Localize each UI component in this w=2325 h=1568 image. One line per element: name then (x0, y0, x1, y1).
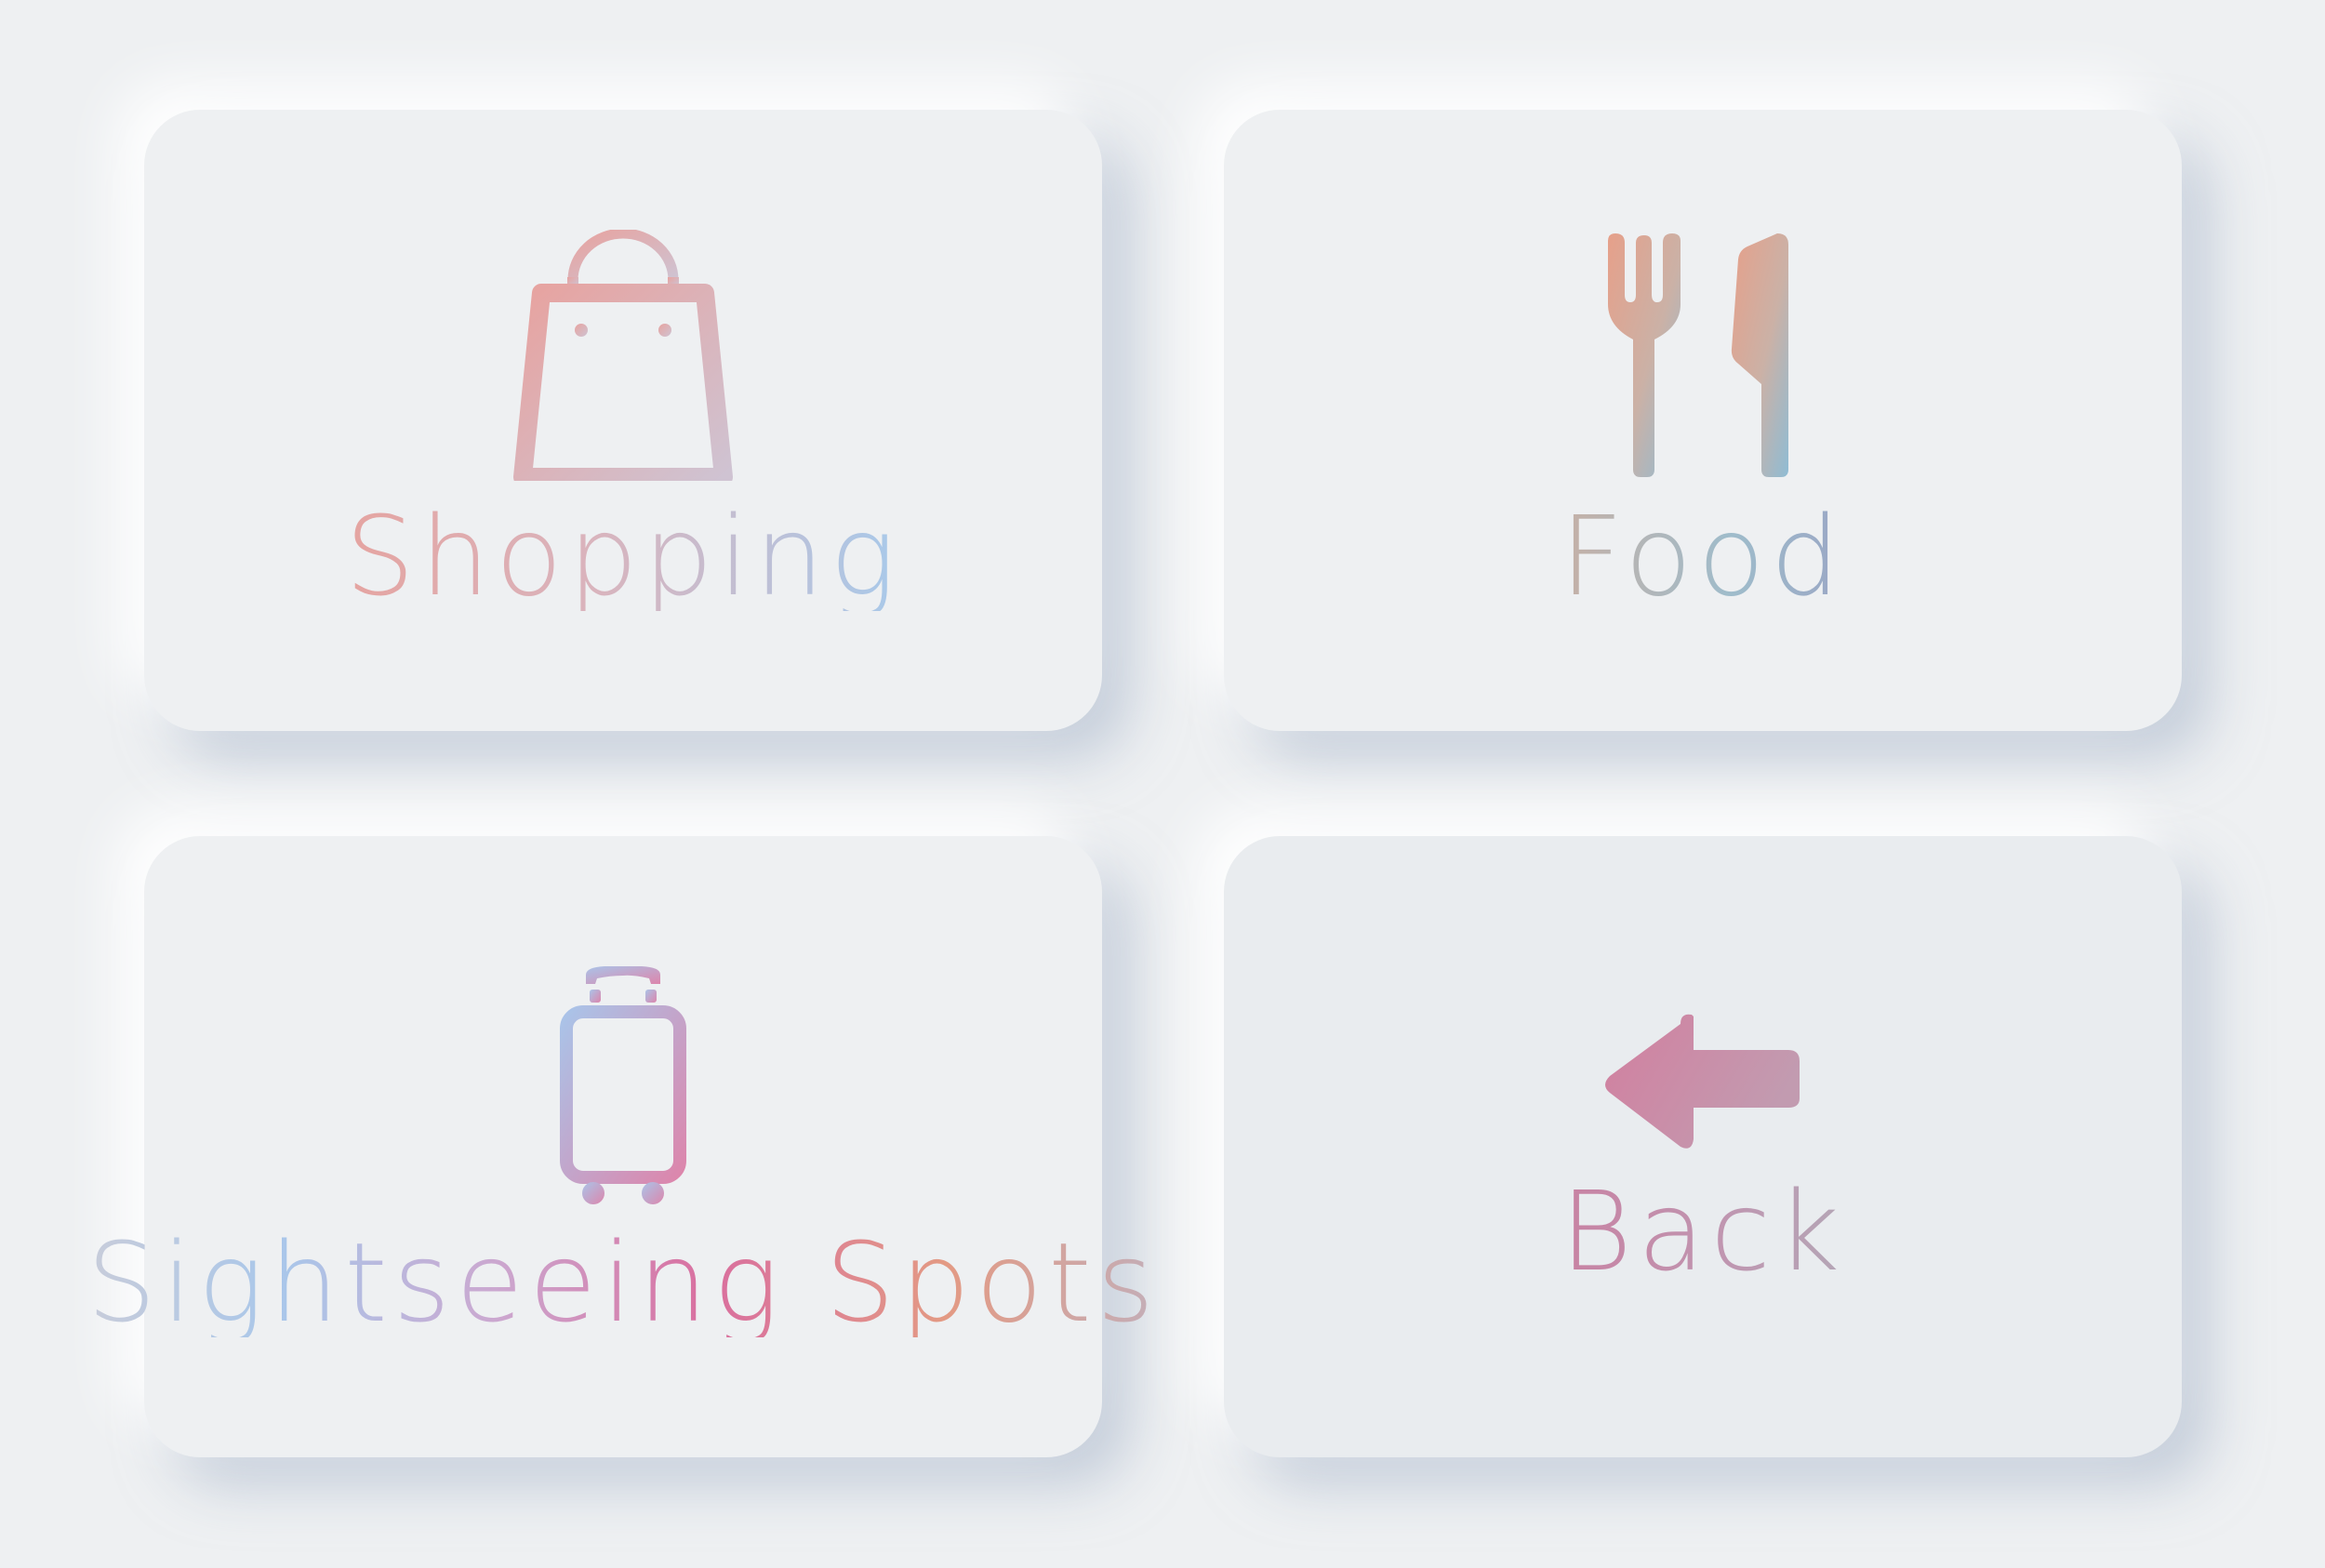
shopping-label: Shopping (344, 492, 902, 620)
sightseeing-spots-button[interactable]: Sightseeing Spots (86, 836, 1154, 1457)
shopping-bag-icon (513, 230, 733, 481)
sightseeing-spots-label: Sightseeing Spots (86, 1218, 1160, 1347)
back-button[interactable]: Back (1224, 836, 2182, 1457)
shopping-button[interactable]: Shopping (144, 110, 1102, 731)
food-label: Food (1560, 492, 1846, 620)
fork-knife-icon (1608, 233, 1788, 477)
arrow-left-icon (1605, 1014, 1800, 1149)
back-label: Back (1560, 1167, 1846, 1296)
food-button[interactable]: Food (1224, 110, 2182, 731)
suitcase-icon (560, 966, 686, 1204)
